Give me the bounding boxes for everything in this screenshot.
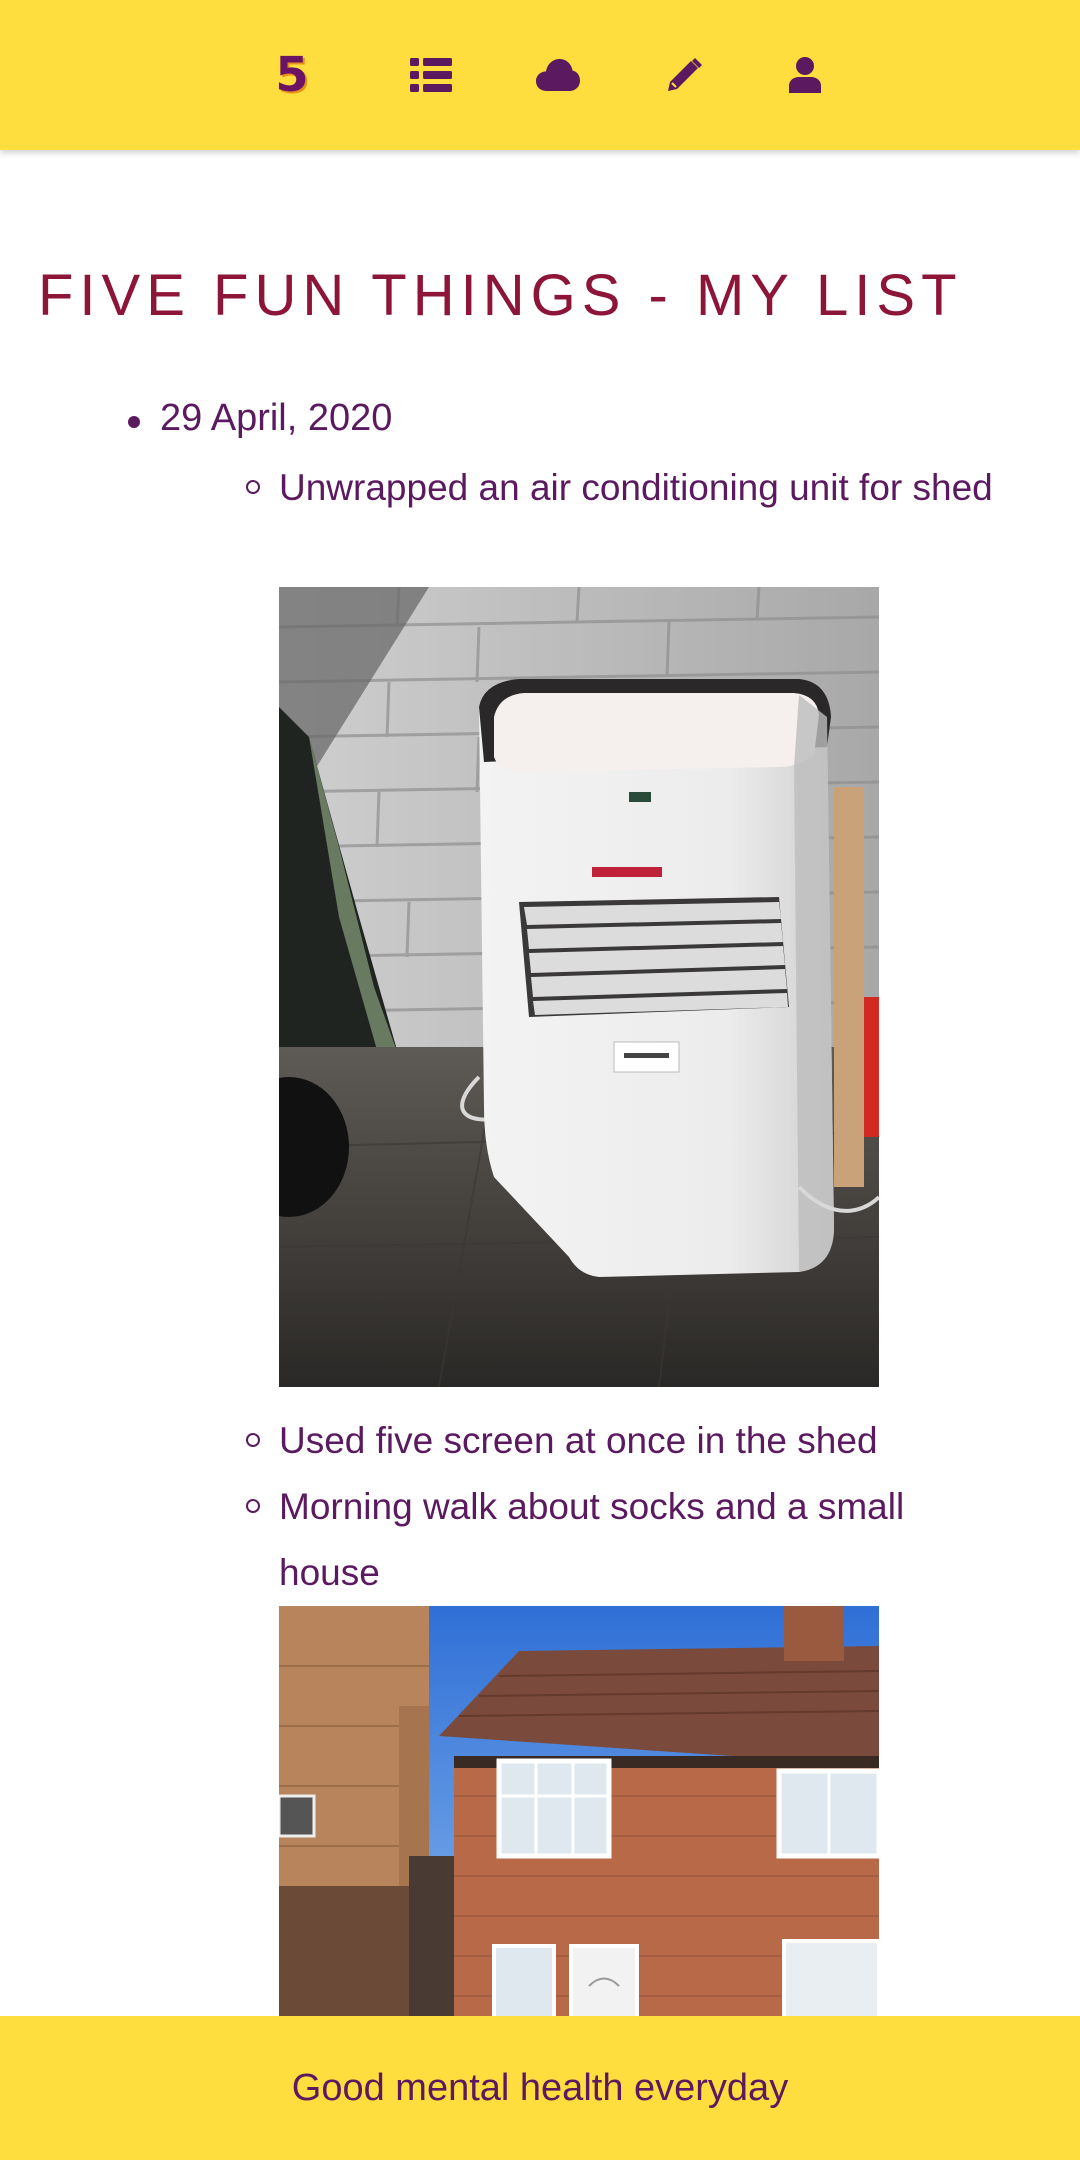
house-photo [279,1606,879,2016]
top-nav-bar: 5 [0,0,1080,150]
air-conditioner-photo [279,587,879,1387]
item-bullet [246,1499,260,1513]
user-icon[interactable] [775,45,835,105]
list-item-1: Unwrapped an air conditioning unit for s… [279,467,993,508]
cloud-icon[interactable] [528,45,588,105]
date-bullet [128,416,140,428]
footer-bar: Good mental health everyday [0,2016,1080,2160]
entry-date: 29 April, 2020 [160,397,393,439]
list-icon[interactable] [401,45,461,105]
pencil-icon[interactable] [654,45,714,105]
list-item-2: Used five screen at once in the shed [279,1420,878,1461]
main-content: FIVE FUN THINGS - MY LIST 29 April, 2020… [0,150,1080,2016]
list-item-3: Morning walk about socks and a small hou… [279,1486,905,1593]
page-title: FIVE FUN THINGS - MY LIST [38,263,963,328]
item-bullet [246,480,260,494]
item-bullet [246,1433,260,1447]
logo-icon[interactable]: 5 [262,45,322,105]
logo-text: 5 [275,47,309,103]
footer-text: Good mental health everyday [291,2066,789,2109]
